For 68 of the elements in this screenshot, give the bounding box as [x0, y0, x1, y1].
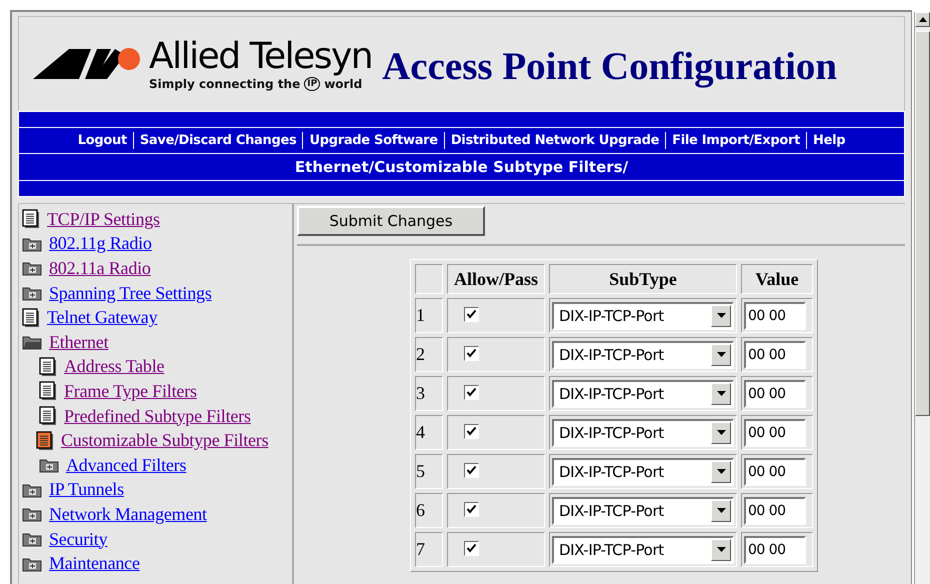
sidebar-link[interactable]: Frame Type Filters — [64, 380, 197, 402]
row-number: 5 — [415, 454, 443, 489]
dropdown-arrow-icon — [716, 352, 726, 357]
sidebar-link[interactable]: Spanning Tree Settings — [49, 282, 212, 304]
nav-link[interactable]: Logout — [72, 133, 133, 148]
row-number: 2 — [415, 337, 443, 372]
allow-checkbox[interactable] — [464, 346, 479, 360]
nav-link[interactable]: Upgrade Software — [303, 133, 444, 148]
value-input[interactable]: 00 00 — [744, 536, 806, 564]
submit-changes-button[interactable]: Submit Changes — [297, 206, 485, 236]
dropdown-arrow-icon — [716, 430, 726, 435]
page-title: Access Point Configuration — [382, 44, 838, 88]
allow-checkbox[interactable] — [464, 424, 479, 438]
nav-link[interactable]: Help — [806, 133, 852, 148]
column-header: Value — [741, 264, 813, 294]
brand-name: Allied Telesyn — [149, 37, 372, 77]
subtype-dropdown[interactable]: DIX-IP-TCP-Port — [552, 458, 734, 486]
sidebar-link[interactable]: Advanced Filters — [66, 454, 186, 476]
scroll-up-icon[interactable] — [918, 17, 926, 22]
sidebar-link[interactable]: Maintenance — [49, 553, 140, 574]
row-number: 7 — [415, 532, 443, 567]
ip-badge: IP — [304, 77, 320, 91]
dropdown-arrow-icon — [716, 469, 726, 474]
dropdown-arrow-icon — [716, 508, 726, 513]
nav-link[interactable]: File Import/Export — [666, 133, 806, 148]
nav-link[interactable]: Save/Discard Changes — [134, 133, 302, 148]
dropdown-arrow-icon — [716, 313, 726, 318]
value-input[interactable]: 00 00 — [744, 496, 806, 524]
allow-checkbox[interactable] — [464, 502, 479, 516]
subtype-dropdown[interactable]: DIX-IP-TCP-Port — [552, 418, 734, 446]
column-header: SubType — [549, 264, 737, 294]
nav-link[interactable]: Distributed Network Upgrade — [444, 133, 666, 148]
value-input[interactable]: 00 00 — [744, 380, 806, 408]
subtype-dropdown[interactable]: DIX-IP-TCP-Port — [552, 536, 734, 564]
value-input[interactable]: 00 00 — [744, 302, 806, 330]
value-input[interactable]: 00 00 — [744, 418, 806, 446]
allow-checkbox[interactable] — [464, 306, 479, 322]
tagline: Simply connecting the — [149, 77, 300, 91]
sidebar-link[interactable]: Telnet Gateway — [47, 307, 158, 328]
subtype-dropdown[interactable]: DIX-IP-TCP-Port — [552, 380, 734, 408]
sidebar-link[interactable]: 802.11g Radio — [49, 233, 152, 254]
dropdown-arrow-icon — [716, 391, 726, 396]
row-number: 3 — [415, 376, 443, 411]
allow-checkbox[interactable] — [464, 540, 479, 556]
vertical-scrollbar[interactable] — [914, 12, 930, 584]
sidebar-link[interactable]: TCP/IP Settings — [47, 208, 160, 230]
row-number: 6 — [415, 493, 443, 528]
tagline-end: world — [324, 77, 362, 91]
value-input[interactable]: 00 00 — [744, 340, 806, 368]
sidebar-link[interactable]: 802.11a Radio — [49, 258, 151, 279]
dropdown-arrow-icon — [716, 547, 726, 552]
value-input[interactable]: 00 00 — [744, 458, 806, 486]
subtype-dropdown[interactable]: DIX-IP-TCP-Port — [552, 496, 734, 524]
sidebar-link[interactable]: Customizable Subtype Filters — [61, 430, 268, 452]
column-header: Allow/Pass — [447, 264, 545, 294]
sidebar-link[interactable]: Address Table — [64, 356, 164, 378]
allow-checkbox[interactable] — [464, 462, 479, 478]
subtype-dropdown[interactable]: DIX-IP-TCP-Port — [552, 340, 734, 368]
sidebar-link[interactable]: Security — [49, 528, 108, 550]
subtype-dropdown[interactable]: DIX-IP-TCP-Port — [552, 302, 734, 330]
sidebar-link[interactable]: Predefined Subtype Filters — [64, 406, 251, 427]
sidebar-link[interactable]: Ethernet — [49, 332, 108, 353]
allow-checkbox[interactable] — [464, 384, 479, 400]
sidebar-link[interactable]: IP Tunnels — [49, 479, 124, 500]
sidebar-link[interactable]: Network Management — [49, 504, 207, 525]
breadcrumb: Ethernet/Customizable Subtype Filters/ — [294, 158, 628, 176]
row-number: 4 — [415, 415, 443, 450]
row-number: 1 — [415, 298, 443, 333]
